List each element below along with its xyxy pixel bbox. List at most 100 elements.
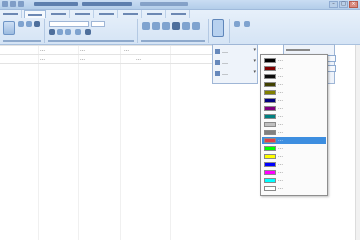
panel-row[interactable]: … ▾ [214,47,257,56]
color-option[interactable]: … [262,65,326,72]
color-swatch [264,58,276,63]
ribbon-tab[interactable] [144,10,166,18]
chevron-down-icon[interactable]: ▾ [253,58,256,64]
underline-icon[interactable] [65,29,71,35]
color-option[interactable]: … [262,169,326,176]
color-option-label: … [278,57,283,63]
color-option[interactable]: … [262,113,326,120]
bold-icon[interactable] [49,29,55,35]
ribbon [0,10,360,45]
undo-icon[interactable] [10,1,16,7]
color-swatch [264,186,276,191]
redo-icon[interactable] [18,1,24,7]
group-label [3,40,41,42]
quick-access-toolbar [2,1,26,8]
group-label [48,40,134,42]
color-swatch [264,122,276,127]
save-icon[interactable] [2,1,8,7]
color-option-label: … [278,153,283,159]
color-option[interactable]: … [262,121,326,128]
table-row-1-col-2[interactable]: … [80,47,85,53]
font-size-select[interactable] [91,21,105,27]
color-option[interactable]: … [262,97,326,104]
format-painter-icon[interactable] [34,21,40,27]
color-option[interactable]: … [262,137,326,144]
align-center-icon[interactable] [182,22,190,30]
group-label [141,40,205,42]
ribbon-tab-active[interactable] [24,10,46,18]
align-top-icon[interactable] [142,22,150,30]
ribbon-tab[interactable] [0,10,22,18]
color-option-label: … [278,81,283,87]
color-option[interactable]: … [262,129,326,136]
align-bottom-icon[interactable] [162,22,170,30]
table-row-1-col-3[interactable]: … [124,47,129,53]
font-name-select[interactable] [49,21,89,27]
color-swatch [264,130,276,135]
style-icon [215,49,220,54]
border-icon[interactable] [75,29,81,35]
color-dropdown-list: …………………………………………… [260,54,328,196]
cut-icon[interactable] [18,21,24,27]
color-option[interactable]: … [262,57,326,64]
ribbon-tab[interactable] [168,10,190,18]
ribbon-group-font [45,19,138,43]
copy-icon[interactable] [26,21,32,27]
window-controls: – □ × [329,1,358,8]
panel-row-label: … [222,59,228,66]
delete-icon[interactable] [244,21,250,27]
table-row-1-col-1[interactable]: … [40,47,45,53]
close-button[interactable]: × [349,1,358,8]
color-option[interactable]: … [262,185,326,192]
table-row-2-col-2[interactable]: … [80,56,85,62]
color-option-label: … [278,121,283,127]
color-option-label: … [278,89,283,95]
align-left-icon[interactable] [172,22,180,30]
align-right-icon[interactable] [192,22,200,30]
ribbon-tabs [0,10,360,18]
panel-header [286,49,310,51]
color-swatch [264,66,276,71]
color-option[interactable]: … [262,161,326,168]
chevron-down-icon[interactable]: ▾ [253,47,256,53]
ribbon-group-clipboard [0,19,45,43]
color-option-label: … [278,185,283,191]
color-option-label: … [278,97,283,103]
ribbon-group-alignment [138,19,209,43]
color-option[interactable]: … [262,177,326,184]
chevron-down-icon[interactable]: ▾ [253,69,256,75]
ribbon-group-cells [230,19,286,43]
fill-color-icon[interactable] [85,29,91,35]
color-swatch [264,138,276,143]
color-option-label: … [278,73,283,79]
color-option-label: … [278,113,283,119]
table-row-2-col-1[interactable]: … [40,56,45,62]
panel-row-label: … [222,70,228,77]
ribbon-tab[interactable] [48,10,70,18]
ribbon-group-styles [209,19,230,43]
ribbon-tab[interactable] [96,10,118,18]
panel-row[interactable]: … ▾ [214,69,257,78]
format-options-panel: … ▾ … ▾ … ▾ [212,44,258,84]
vertical-scrollbar[interactable] [355,45,360,240]
panel-row[interactable]: … ▾ [214,58,257,67]
color-option[interactable]: … [262,73,326,80]
color-option[interactable]: … [262,89,326,96]
color-option[interactable]: … [262,105,326,112]
ribbon-tab[interactable] [72,10,94,18]
paste-button[interactable] [3,21,15,35]
table-row-2-col-3[interactable]: … [136,56,141,62]
color-option[interactable]: … [262,81,326,88]
conditional-format-button[interactable] [212,19,224,37]
minimize-button[interactable]: – [329,1,338,8]
color-swatch [264,170,276,175]
align-middle-icon[interactable] [152,22,160,30]
color-option[interactable]: … [262,145,326,152]
insert-icon[interactable] [234,21,240,27]
color-swatch [264,82,276,87]
maximize-button[interactable]: □ [339,1,348,8]
italic-icon[interactable] [57,29,63,35]
panel-row-label: … [222,48,228,55]
ribbon-tab[interactable] [120,10,142,18]
color-option[interactable]: … [262,153,326,160]
